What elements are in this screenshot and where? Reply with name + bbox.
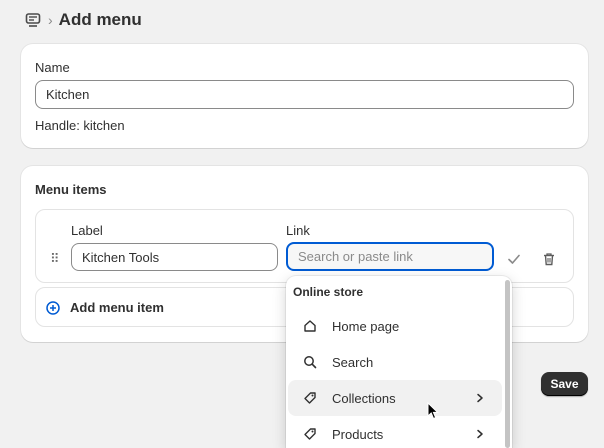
page-header: › Add menu xyxy=(24,8,142,32)
dropdown-item-label: Search xyxy=(332,354,374,370)
link-column-header: Link xyxy=(286,223,310,238)
menu-items-title: Menu items xyxy=(35,182,107,197)
plus-circle-icon xyxy=(46,300,60,315)
dropdown-item-label: Products xyxy=(332,426,384,442)
label-input-value: Kitchen Tools xyxy=(82,249,160,265)
menu-item-label-input[interactable]: Kitchen Tools xyxy=(71,243,278,271)
add-menu-item-label: Add menu item xyxy=(70,300,164,315)
home-icon xyxy=(302,318,318,334)
tag-icon xyxy=(302,390,318,406)
dropdown-heading: Online store xyxy=(293,285,364,299)
name-label: Name xyxy=(35,60,70,75)
name-input[interactable]: Kitchen xyxy=(35,80,574,109)
trash-icon[interactable] xyxy=(539,249,559,269)
search-icon xyxy=(302,354,318,370)
dropdown-item-collections[interactable]: Collections xyxy=(288,380,502,416)
chevron-right-icon xyxy=(474,392,486,404)
breadcrumb-separator: › xyxy=(48,12,53,28)
dropdown-item-products[interactable]: Products xyxy=(286,416,502,448)
label-column-header: Label xyxy=(71,223,103,238)
mouse-cursor-icon xyxy=(427,402,439,420)
chevron-right-icon xyxy=(474,428,486,440)
checkmark-icon[interactable] xyxy=(504,249,524,269)
dropdown-item-search[interactable]: Search xyxy=(286,344,502,380)
add-menu-item-button[interactable]: Add menu item xyxy=(46,300,164,315)
handle-text: Handle: kitchen xyxy=(35,118,125,133)
drag-handle-icon[interactable]: ⠿ xyxy=(50,251,59,267)
dropdown-item-label: Home page xyxy=(332,318,400,334)
link-dropdown: Online store Home page Search Collection… xyxy=(286,276,512,448)
tag-icon xyxy=(302,426,318,442)
dropdown-scrollbar[interactable] xyxy=(505,280,510,448)
save-button[interactable]: Save xyxy=(541,372,588,396)
menu-nav-icon[interactable] xyxy=(24,11,42,29)
name-card: Name Kitchen Handle: kitchen xyxy=(21,44,588,148)
link-search-input[interactable]: Search or paste link xyxy=(286,242,494,271)
menu-item-row: ⠿ Label Link Kitchen Tools Search or pas… xyxy=(35,209,574,283)
name-input-value: Kitchen xyxy=(46,87,90,102)
page-title: Add menu xyxy=(58,10,142,29)
dropdown-item-home-page[interactable]: Home page xyxy=(286,308,502,344)
dropdown-item-label: Collections xyxy=(332,390,396,406)
link-input-placeholder: Search or paste link xyxy=(298,249,413,264)
